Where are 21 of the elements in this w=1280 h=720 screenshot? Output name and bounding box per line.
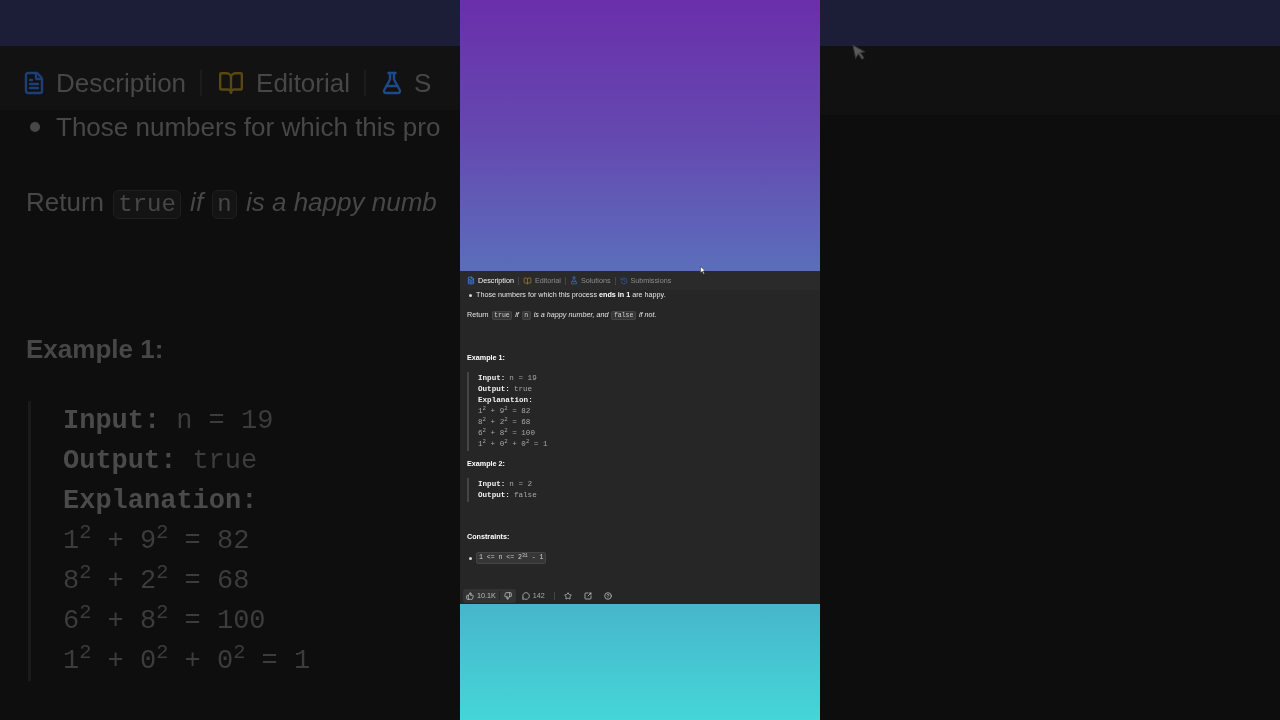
- external-link-icon: [583, 591, 592, 600]
- bullet-icon: [469, 293, 472, 297]
- document-icon: [467, 276, 475, 285]
- favorite-button[interactable]: [563, 591, 572, 600]
- book-icon: [522, 276, 532, 285]
- help-button[interactable]: [603, 591, 612, 600]
- flask-icon: [569, 276, 578, 285]
- thumbs-down-icon: [503, 591, 512, 600]
- help-icon: [603, 591, 612, 600]
- thumbs-up-icon: [466, 591, 474, 600]
- example-label: Output:: [63, 445, 177, 478]
- bullet-text: Those numbers for which this pro: [56, 111, 441, 144]
- star-icon: [563, 591, 572, 600]
- example-heading: Example 1:: [26, 333, 164, 366]
- bullet-icon: [469, 556, 472, 560]
- bullet-icon: [30, 122, 40, 132]
- example-label: Input:: [63, 405, 161, 438]
- speech-bubble-icon: [521, 591, 530, 600]
- share-button[interactable]: [583, 591, 592, 600]
- example-label: Explanation:: [63, 485, 258, 518]
- clock-icon: [619, 276, 628, 285]
